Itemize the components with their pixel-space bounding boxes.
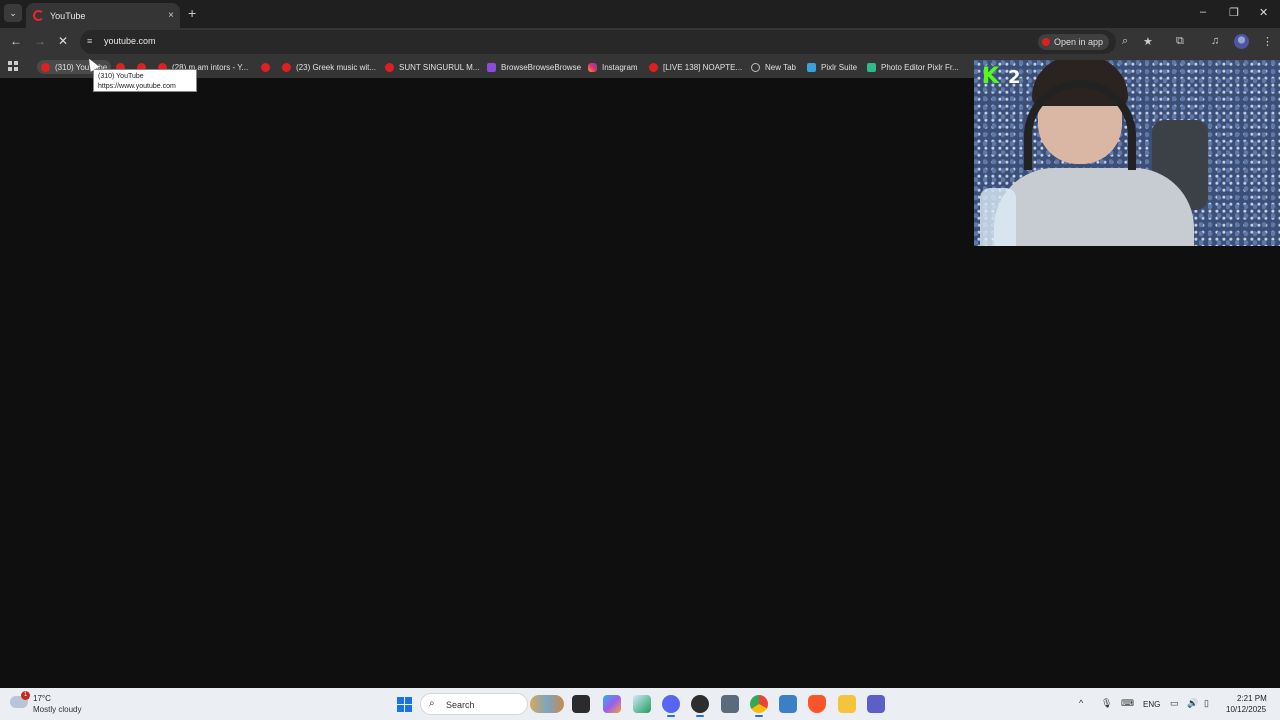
close-tab-icon[interactable]: ×	[168, 10, 174, 21]
clock-time[interactable]: 2:21 PM	[1237, 694, 1267, 703]
bookmark-item[interactable]	[261, 60, 275, 74]
search-highlight-icon[interactable]	[530, 695, 564, 713]
new-tab-button[interactable]: +	[188, 5, 196, 21]
clock-date[interactable]: 10/12/2025	[1226, 705, 1266, 714]
battery-icon[interactable]: ▯	[1204, 698, 1209, 709]
apps-grid-icon[interactable]	[8, 61, 18, 71]
youtube-icon	[649, 62, 658, 72]
weather-temp: 17°C	[33, 694, 51, 703]
volume-icon[interactable]: 🔊	[1187, 698, 1198, 709]
tab-strip: ⌄ YouTube × + – ❐ ✕	[0, 0, 1280, 28]
youtube-icon	[1042, 38, 1050, 46]
bookmark-item[interactable]: (23) Greek music wit...	[282, 60, 376, 74]
stop-loading-button[interactable]: ✕	[58, 34, 68, 48]
show-hidden-icons-button[interactable]: ^	[1079, 698, 1083, 708]
menu-icon[interactable]: ⋮	[1262, 35, 1273, 48]
keyboard-icon[interactable]: ⌨	[1121, 698, 1134, 709]
zoom-icon[interactable]: ⌕	[1122, 35, 1128, 48]
bookmark-label: (23) Greek music wit...	[296, 62, 377, 72]
bookmark-item[interactable]: Instagram	[588, 60, 638, 74]
weather-alert-badge: 1	[21, 691, 30, 700]
screen: ⌄ YouTube × + – ❐ ✕ ← → ✕ ≡ youtube.com …	[0, 0, 1280, 720]
bookmark-label: Photo Editor Pixlr Fr...	[881, 62, 959, 72]
copilot-icon[interactable]	[603, 695, 621, 713]
minimize-button[interactable]: –	[1200, 6, 1206, 18]
network-icon[interactable]: ▭	[1170, 698, 1179, 709]
url-text[interactable]: youtube.com	[104, 36, 156, 46]
discord-icon[interactable]	[662, 695, 680, 717]
bookmark-item[interactable]: Photo Editor Pixlr Fr...	[867, 60, 959, 74]
site-info-icon[interactable]: ≡	[87, 36, 98, 47]
youtube-icon	[282, 62, 291, 72]
extensions-icon[interactable]: ⧉	[1176, 35, 1184, 48]
language-indicator[interactable]: ENG	[1143, 700, 1160, 709]
bookmark-item[interactable]: New Tab	[751, 60, 796, 74]
pixlr-icon	[807, 62, 816, 72]
task-view-icon[interactable]	[572, 695, 590, 713]
weather-condition: Mostly cloudy	[33, 705, 82, 714]
calculator-icon[interactable]	[721, 695, 739, 713]
instagram-icon	[588, 62, 597, 72]
address-bar[interactable]: ≡ youtube.com Open in app ⌕ ★	[80, 30, 1153, 54]
bookmark-label: SUNT SINGURUL M...	[399, 62, 480, 72]
youtube-icon	[385, 62, 394, 72]
water-bottle	[980, 188, 1016, 246]
teams-icon[interactable]	[867, 695, 885, 713]
profile-avatar[interactable]	[1234, 34, 1249, 49]
start-button[interactable]	[397, 697, 412, 712]
brave-icon[interactable]	[808, 695, 826, 713]
bookmark-label: BrowseBrowseBrowse	[501, 62, 582, 72]
browser-toolbar: ← → ✕ ≡ youtube.com Open in app ⌕ ★ ⧉ ♫ …	[0, 28, 1280, 56]
youtube-icon	[261, 62, 270, 72]
open-in-app-button[interactable]: Open in app	[1038, 34, 1110, 50]
viewer-count: 2	[1008, 67, 1021, 88]
bookmark-item[interactable]: BrowseBrowseBrowse	[487, 60, 581, 74]
bookmark-item[interactable]: [LIVE 138] NOAPTE...	[649, 60, 742, 74]
file-explorer-icon[interactable]	[838, 695, 856, 713]
tab-title: YouTube	[50, 10, 86, 21]
app-icon[interactable]	[779, 695, 797, 713]
person-shoulders	[994, 168, 1194, 246]
bookmark-label: Instagram	[602, 62, 638, 72]
twitch-icon	[487, 62, 496, 72]
tooltip-title: (310) YouTube	[98, 73, 144, 80]
open-in-app-label: Open in app	[1054, 37, 1104, 47]
forward-button[interactable]: →	[34, 34, 46, 48]
bookmark-label: Pixlr Suite	[821, 62, 858, 72]
restore-button[interactable]: ❐	[1229, 6, 1239, 19]
tab-youtube[interactable]: YouTube ×	[26, 3, 180, 28]
search-placeholder: Search	[446, 700, 475, 710]
chevron-down-icon: ⌄	[9, 7, 17, 18]
kick-logo-icon: K	[982, 64, 1000, 89]
bookmark-item[interactable]: SUNT SINGURUL M...	[385, 60, 479, 74]
chrome-icon[interactable]	[750, 695, 768, 717]
tooltip-url: https://www.youtube.com	[98, 83, 176, 90]
taskbar-search[interactable]: ⌕ Search	[420, 693, 528, 715]
bookmark-label: New Tab	[765, 62, 796, 72]
search-icon: ⌕	[429, 698, 435, 709]
obs-icon[interactable]	[691, 695, 709, 717]
back-button[interactable]: ←	[10, 34, 22, 48]
photo-editor-icon	[867, 62, 876, 72]
microphone-icon[interactable]: 🎙	[1101, 698, 1112, 709]
media-control-icon[interactable]: ♫	[1211, 35, 1219, 47]
bookmark-item[interactable]: Pixlr Suite	[807, 60, 857, 74]
tab-search-button[interactable]: ⌄	[4, 4, 22, 22]
bookmark-star-icon[interactable]: ★	[1143, 35, 1153, 48]
loading-spinner-icon	[33, 10, 44, 21]
taskbar: 1 17°C Mostly cloudy ⌕ Search ^ 🎙 ⌨ ENG …	[0, 688, 1280, 720]
close-window-button[interactable]: ✕	[1259, 6, 1268, 19]
bookmark-tooltip: (310) YouTube https://www.youtube.com	[93, 69, 197, 92]
photos-icon[interactable]	[633, 695, 651, 713]
webcam-overlay: K 2	[974, 60, 1280, 246]
youtube-icon	[41, 62, 50, 72]
globe-icon	[751, 62, 760, 72]
bookmark-label: [LIVE 138] NOAPTE...	[663, 62, 743, 72]
